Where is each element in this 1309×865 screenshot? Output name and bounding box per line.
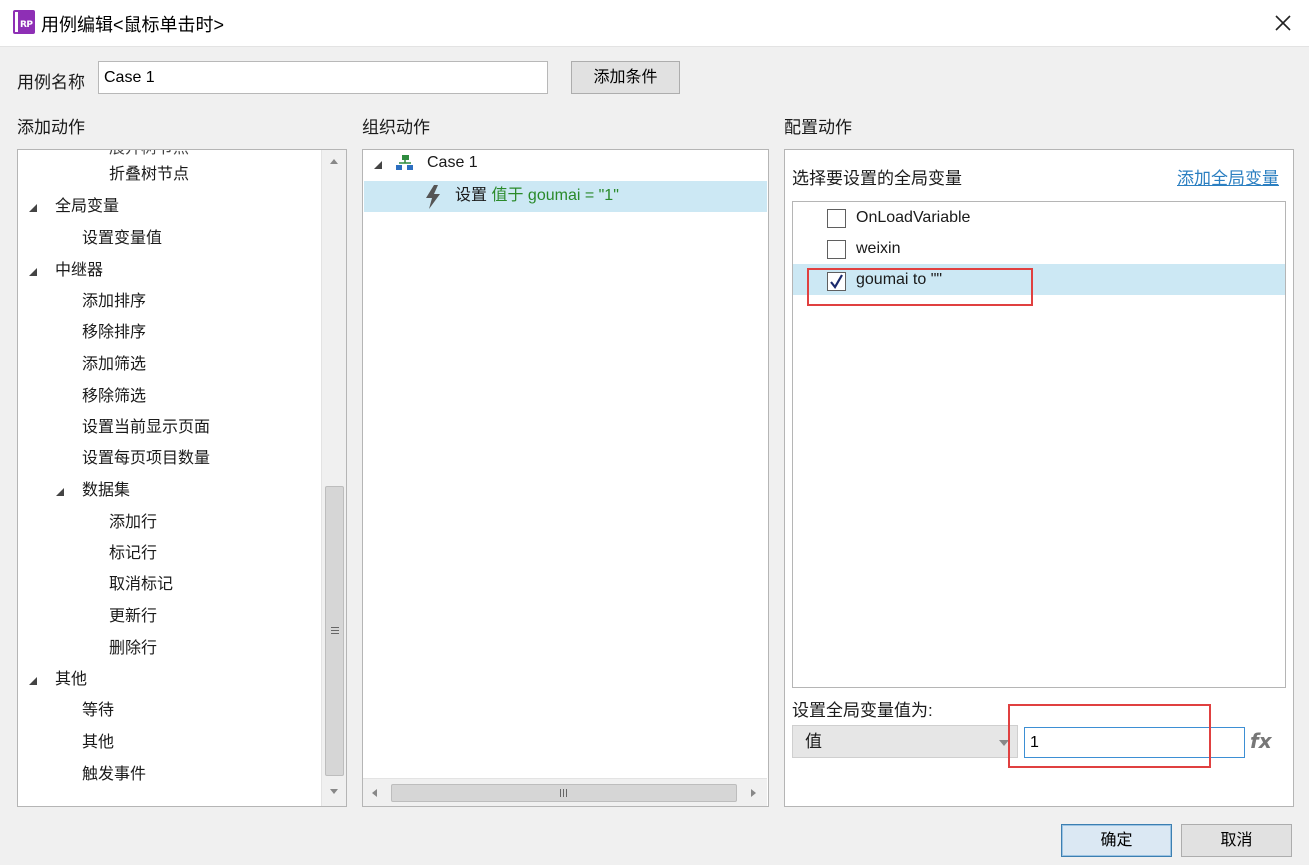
case-icon [396, 155, 413, 170]
action-detail: 值于 goumai = "1" [491, 187, 619, 204]
ok-button[interactable]: 确定 [1061, 824, 1172, 857]
tree-item-set-items-per-page[interactable]: 设置每页项目数量 [82, 447, 210, 471]
variable-checkbox[interactable] [827, 209, 846, 228]
tree-item-delete-row[interactable]: 删除行 [109, 637, 157, 661]
action-prefix: 设置 [455, 187, 488, 204]
variable-value-input[interactable]: 1 [1024, 727, 1245, 758]
tree-item-unmark[interactable]: 取消标记 [109, 573, 173, 597]
cancel-button[interactable]: 取消 [1181, 824, 1292, 857]
organize-actions-header: 组织动作 [362, 118, 430, 137]
tree-item-set-current-page[interactable]: 设置当前显示页面 [82, 416, 210, 440]
title-bar: RP 用例编辑<鼠标单击时> [0, 0, 1309, 46]
lightning-icon [426, 185, 440, 209]
close-button[interactable] [1268, 8, 1298, 38]
case-node[interactable]: Case 1 [427, 151, 478, 175]
add-global-variable-link[interactable]: 添加全局变量 [1177, 164, 1279, 189]
tree-item-wait[interactable]: 等待 [82, 699, 114, 723]
dialog-body: 用例名称 Case 1 添加条件 添加动作 组织动作 配置动作 展开树节点 折叠… [0, 46, 1309, 865]
fx-button[interactable]: fx [1250, 729, 1272, 753]
expand-triangle-icon[interactable] [27, 202, 39, 214]
case-name-label: 用例名称 [17, 73, 85, 92]
tree-item-remove-sort[interactable]: 移除排序 [82, 321, 146, 345]
configure-actions-header: 配置动作 [784, 118, 852, 137]
tree-item-add-row[interactable]: 添加行 [109, 511, 157, 535]
variable-list[interactable]: OnLoadVariable weixin goumai to "" [792, 201, 1286, 688]
tree-item-update-row[interactable]: 更新行 [109, 605, 157, 629]
expand-triangle-icon[interactable] [27, 675, 39, 687]
variable-checkbox[interactable] [827, 240, 846, 259]
value-type-selected: 值 [805, 732, 822, 751]
scrollbar-thumb[interactable] [391, 784, 737, 802]
checkmark-icon [830, 274, 843, 289]
tree-group-dataset[interactable]: 数据集 [82, 479, 130, 503]
variable-name[interactable]: goumai to "" [856, 268, 942, 292]
tree-item-fire-event[interactable]: 触发事件 [82, 763, 146, 787]
tree-group-misc[interactable]: 其他 [55, 668, 87, 692]
vertical-scrollbar[interactable] [321, 150, 346, 806]
tree-item-other[interactable]: 其他 [82, 731, 114, 755]
tree-item-expand-node[interactable]: 展开树节点 [109, 150, 189, 161]
value-type-dropdown[interactable]: 值 [792, 725, 1018, 758]
tree-item-add-sort[interactable]: 添加排序 [82, 290, 146, 314]
add-condition-button[interactable]: 添加条件 [571, 61, 680, 94]
add-actions-header: 添加动作 [17, 118, 85, 137]
expand-triangle-icon[interactable] [27, 266, 39, 278]
tree-item-remove-filter[interactable]: 移除筛选 [82, 385, 146, 409]
expand-triangle-icon[interactable] [54, 486, 66, 498]
tree-group-global-variables[interactable]: 全局变量 [55, 195, 119, 219]
axure-rp-icon: RP [13, 10, 35, 34]
select-global-variable-label: 选择要设置的全局变量 [792, 169, 962, 188]
variable-checkbox-checked[interactable] [827, 272, 846, 291]
variable-name[interactable]: weixin [856, 237, 900, 261]
scroll-up-arrow-icon[interactable] [330, 159, 338, 164]
tree-group-repeater[interactable]: 中继器 [55, 259, 103, 283]
expand-triangle-icon[interactable] [372, 159, 384, 171]
scroll-left-arrow-icon[interactable] [371, 788, 379, 798]
horizontal-scrollbar[interactable] [363, 778, 767, 806]
scroll-right-arrow-icon[interactable] [749, 788, 757, 798]
tree-item-set-variable[interactable]: 设置变量值 [82, 227, 162, 251]
close-icon [1275, 15, 1291, 31]
window-title: 用例编辑<鼠标单击时> [41, 15, 225, 35]
add-actions-tree[interactable]: 展开树节点 折叠树节点 全局变量 设置变量值 中继器 添加排序 移除排序 添加筛… [17, 149, 347, 807]
tree-item-mark-row[interactable]: 标记行 [109, 542, 157, 566]
scroll-down-arrow-icon[interactable] [330, 789, 338, 794]
organize-actions-tree[interactable]: Case 1 设置 值于 goumai = "1" [362, 149, 769, 807]
tree-item-collapse-node[interactable]: 折叠树节点 [109, 163, 189, 187]
variable-name[interactable]: OnLoadVariable [856, 206, 970, 230]
tree-item-add-filter[interactable]: 添加筛选 [82, 353, 146, 377]
action-label: 设置 值于 goumai = "1" [455, 184, 619, 208]
set-value-label: 设置全局变量值为: [792, 701, 933, 720]
case-name-input[interactable]: Case 1 [98, 61, 548, 94]
chevron-down-icon [999, 740, 1009, 746]
scrollbar-thumb[interactable] [325, 486, 344, 776]
